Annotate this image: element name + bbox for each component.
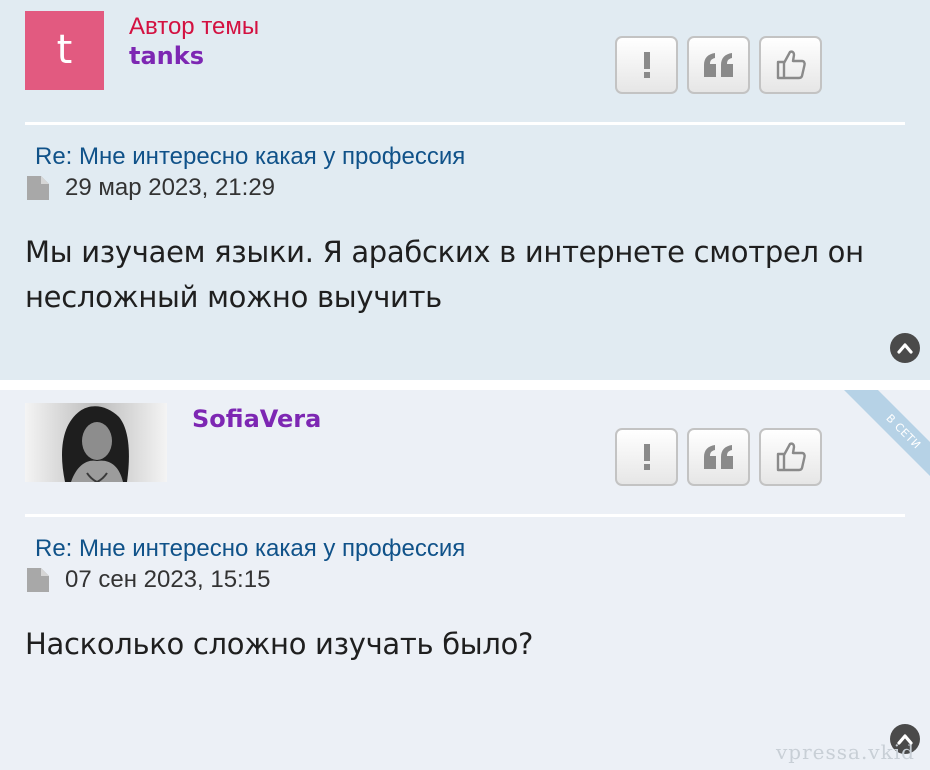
report-button[interactable] xyxy=(615,428,678,486)
post-meta: 29 мар 2023, 21:29 xyxy=(27,174,275,202)
quote-icon xyxy=(703,445,733,469)
post: SofiaVera В СЕТИ Re: Мне интересно какая… xyxy=(0,390,930,770)
exclamation-icon xyxy=(643,444,650,470)
chevron-up-icon xyxy=(897,343,913,354)
thumbs-up-icon xyxy=(776,50,806,80)
like-button[interactable] xyxy=(759,36,822,94)
post-date: 29 мар 2023, 21:29 xyxy=(65,174,276,201)
exclamation-icon xyxy=(643,52,650,78)
post-buttons xyxy=(615,36,822,94)
quote-button[interactable] xyxy=(687,428,750,486)
online-badge: В СЕТИ xyxy=(841,390,930,494)
like-button[interactable] xyxy=(759,428,822,486)
post-subject-link[interactable]: Re: Мне интересно какая у профессия xyxy=(35,535,465,563)
online-ribbon: В СЕТИ xyxy=(820,390,930,500)
post-divider xyxy=(25,122,905,125)
avatar[interactable] xyxy=(25,403,167,482)
post-content: Насколько сложно изучать было? xyxy=(25,627,534,661)
post-content: Мы изучаем языки. Я арабских в интернете… xyxy=(25,235,864,314)
post-subject-link[interactable]: Re: Мне интересно какая у профессия xyxy=(35,143,465,171)
avatar-photo xyxy=(25,403,167,482)
post-date: 07 сен 2023, 15:15 xyxy=(65,566,271,593)
author-name-link[interactable]: tanks xyxy=(129,42,204,70)
file-icon[interactable] xyxy=(27,568,49,592)
post-buttons xyxy=(615,428,822,486)
post: t Автор темы tanks Re: Мне интересно как… xyxy=(0,0,930,380)
post-divider xyxy=(25,514,905,517)
quote-icon xyxy=(703,53,733,77)
thumbs-up-icon xyxy=(776,442,806,472)
author-name-link[interactable]: SofiaVera xyxy=(192,405,321,433)
report-button[interactable] xyxy=(615,36,678,94)
author-role-label: Автор темы xyxy=(129,13,260,40)
watermark: vpressa.vkid xyxy=(776,740,915,764)
scroll-top-button[interactable] xyxy=(890,333,920,363)
post-meta: 07 сен 2023, 15:15 xyxy=(27,566,270,594)
avatar[interactable]: t xyxy=(25,11,104,90)
quote-button[interactable] xyxy=(687,36,750,94)
file-icon[interactable] xyxy=(27,176,49,200)
